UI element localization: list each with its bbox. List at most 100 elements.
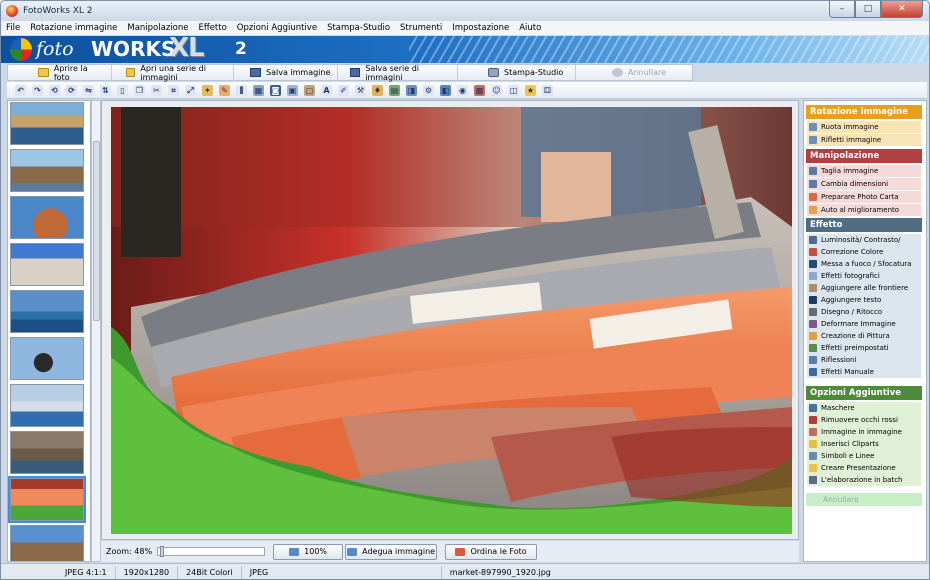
draw-icon[interactable]: ✐ — [338, 84, 349, 96]
menu-print-studio[interactable]: Stampa-Studio — [322, 23, 395, 33]
item-picture-in-picture[interactable]: Immagine in immagine — [807, 426, 921, 438]
item-manual-effects[interactable]: Effetti Manuale — [807, 366, 921, 378]
rotate-cw-icon[interactable]: ⟳ — [66, 84, 77, 96]
color-icon[interactable]: ▦ — [253, 84, 264, 96]
menu-settings[interactable]: Impostazione — [447, 23, 514, 33]
red-eye-icon[interactable]: ◉ — [457, 84, 468, 96]
frame-icon — [809, 284, 817, 292]
mask-icon[interactable]: ◧ — [440, 84, 451, 96]
item-add-text[interactable]: Aggiungere testo — [807, 294, 921, 306]
brush-icon[interactable]: ⚒ — [355, 84, 366, 96]
cut-icon[interactable]: ✂ — [151, 84, 162, 96]
item-focus[interactable]: Messa a fuoco / Sfocatura — [807, 258, 921, 270]
item-presentation[interactable]: Creare Presentazione — [807, 462, 921, 474]
undo-button[interactable]: Annullare — [576, 65, 686, 80]
thumbnail-7[interactable] — [10, 384, 84, 427]
item-cliparts[interactable]: Inserisci Cliparts — [807, 438, 921, 450]
rotate-left-icon[interactable]: ↶ — [15, 84, 26, 96]
zoom-100-button[interactable]: 100% — [273, 543, 344, 560]
star-icon[interactable]: ★ — [525, 84, 536, 96]
menu-help[interactable]: Aiuto — [514, 23, 546, 33]
menu-options[interactable]: Opzioni Aggiuntive — [232, 23, 322, 33]
mirror-icon[interactable]: ⇅ — [100, 84, 111, 96]
item-batch[interactable]: L'elaborazione in batch — [807, 474, 921, 486]
thumbnail-10[interactable] — [10, 525, 84, 561]
levels-icon[interactable]: ⫼ — [236, 84, 247, 96]
minimize-button[interactable]: – — [829, 1, 855, 18]
reflection-icon[interactable]: ◨ — [406, 84, 417, 96]
item-rotate-image[interactable]: Ruota immagine — [807, 121, 921, 133]
save-image-button[interactable]: Salva immagine — [234, 65, 338, 80]
save-series-button[interactable]: Salva serie di immagini — [338, 64, 458, 82]
paint-icon[interactable]: ♦ — [372, 84, 383, 96]
item-masks[interactable]: Maschere — [807, 402, 921, 414]
item-resize[interactable]: Cambia dimensioni — [807, 178, 921, 190]
rotate-right-icon[interactable]: ↷ — [32, 84, 43, 96]
section-effect[interactable]: Effetto — [806, 218, 922, 232]
thumbnail-1[interactable] — [10, 102, 84, 145]
minimize-icon: – — [839, 4, 845, 14]
item-brightness[interactable]: Luminosità/ Contrasto/ Colore — [807, 234, 921, 256]
picture-in-picture-icon[interactable]: ▩ — [474, 84, 485, 96]
frame-icon[interactable]: ▢ — [304, 84, 315, 96]
menu-rotation[interactable]: Rotazione immagine — [25, 23, 122, 33]
batch-icon[interactable]: ⚃ — [542, 84, 553, 96]
section-rotation[interactable]: Rotazione immagine — [806, 105, 922, 119]
open-series-button[interactable]: Apri una serie di immagini — [112, 64, 234, 82]
section-options[interactable]: Opzioni Aggiuntive — [806, 386, 922, 400]
text-icon[interactable]: A — [321, 84, 332, 96]
item-presets[interactable]: Effetti preimpostati — [807, 342, 921, 354]
thumbnail-5[interactable] — [10, 290, 84, 333]
pencil-icon[interactable]: ✎ — [219, 84, 230, 96]
item-red-eye[interactable]: Rimuovere occhi rossi — [807, 414, 921, 426]
panel-cancel-button[interactable]: Annullare — [806, 493, 922, 506]
photo-effect-icon[interactable]: ▣ — [287, 84, 298, 96]
section-manipulation[interactable]: Manipolazione — [806, 149, 922, 163]
menu-file[interactable]: File — [1, 23, 25, 33]
thumbnail-9-selected[interactable] — [8, 476, 86, 523]
thumbnail-3[interactable] — [10, 196, 84, 239]
flip-icon[interactable]: ⇋ — [83, 84, 94, 96]
menu-effect[interactable]: Effetto — [193, 23, 231, 33]
preset-icon[interactable]: ▤ — [389, 84, 400, 96]
scrollbar-thumb[interactable] — [93, 141, 100, 321]
item-draw[interactable]: Disegno / Ritocco — [807, 306, 921, 318]
item-borders[interactable]: Aggiungere alle frontiere — [807, 282, 921, 294]
magic-icon[interactable]: ✦ — [202, 84, 213, 96]
sort-photos-button[interactable]: Ordina le Foto — [445, 543, 538, 560]
item-painting[interactable]: Creazione di Pittura — [807, 330, 921, 342]
page-icon[interactable]: ▯ — [117, 84, 128, 96]
item-photo-paper[interactable]: Preparare Photo Carta — [807, 191, 921, 203]
zoom-slider-knob[interactable] — [160, 546, 165, 557]
zoom-slider[interactable] — [157, 546, 266, 557]
thumbnail-8[interactable] — [10, 431, 84, 474]
close-button[interactable]: ✕ — [881, 1, 923, 18]
maximize-button[interactable]: □ — [855, 1, 881, 18]
menu-manipulation[interactable]: Manipolazione — [122, 23, 193, 33]
resize-icon[interactable]: ⤢ — [185, 84, 196, 96]
copy-icon[interactable]: ❐ — [134, 84, 145, 96]
rotate-ccw-icon[interactable]: ⟲ — [49, 84, 60, 96]
item-symbols-lines[interactable]: Simboli e Linee — [807, 450, 921, 462]
thumbnail-4[interactable] — [10, 243, 84, 286]
clipart-icon[interactable]: ☺ — [491, 84, 502, 96]
open-photo-button[interactable]: Aprire la foto — [8, 64, 112, 82]
item-color-correction[interactable]: Correzione Colore — [807, 246, 921, 258]
menu-tools[interactable]: Strumenti — [395, 23, 447, 33]
fit-image-button[interactable]: Adegua immagine — [345, 543, 438, 560]
print-studio-button[interactable]: Stampa-Studio — [458, 65, 576, 80]
item-photo-effects[interactable]: Effetti fotografici — [807, 270, 921, 282]
item-auto-enhance[interactable]: Auto al miglioramento — [807, 204, 921, 216]
focus-icon[interactable]: ◙ — [270, 84, 281, 96]
crop-icon[interactable]: ⌗ — [168, 84, 179, 96]
thumbnail-2[interactable] — [10, 149, 84, 192]
item-mirror-image[interactable]: Rifletti immagine — [807, 134, 921, 146]
main-photo[interactable] — [111, 107, 792, 534]
thumbnail-scrollbar[interactable] — [91, 100, 101, 562]
item-crop[interactable]: Taglia immagine — [807, 165, 921, 177]
symbols-icon[interactable]: ◫ — [508, 84, 519, 96]
item-reflections[interactable]: Riflessioni — [807, 354, 921, 366]
thumbnail-6[interactable] — [10, 337, 84, 380]
item-deform[interactable]: Deformare Immagine — [807, 318, 921, 330]
manual-icon[interactable]: ⚙ — [423, 84, 434, 96]
